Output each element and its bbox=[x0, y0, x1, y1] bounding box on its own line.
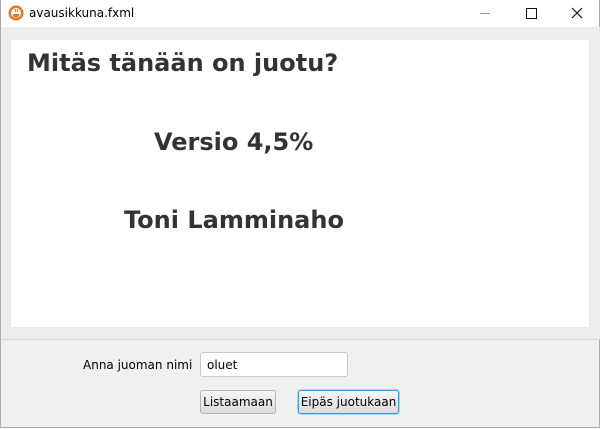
maximize-button[interactable] bbox=[508, 0, 554, 27]
window-title: avausikkuna.fxml bbox=[29, 6, 135, 20]
drink-name-label: Anna juoman nimi bbox=[83, 358, 193, 372]
drink-name-input[interactable] bbox=[200, 352, 348, 377]
minimize-button[interactable] bbox=[462, 0, 508, 27]
list-button[interactable]: Listaamaan bbox=[200, 390, 276, 414]
author-label: Toni Lamminaho bbox=[124, 206, 344, 234]
divider bbox=[2, 339, 600, 340]
app-window: avausikkuna.fxml Mitäs tänään on juotu? … bbox=[0, 0, 600, 428]
close-icon bbox=[571, 4, 583, 23]
java-cup-icon bbox=[8, 5, 24, 21]
content-area: Mitäs tänään on juotu? Versio 4,5% Toni … bbox=[2, 27, 600, 339]
maximize-icon bbox=[525, 8, 537, 19]
cancel-button[interactable]: Eipäs juotukaan bbox=[298, 390, 399, 414]
page-title: Mitäs tänään on juotu? bbox=[27, 49, 339, 77]
version-label: Versio 4,5% bbox=[154, 128, 314, 156]
title-bar[interactable]: avausikkuna.fxml bbox=[1, 0, 599, 27]
splash-panel: Mitäs tänään on juotu? Versio 4,5% Toni … bbox=[11, 40, 589, 327]
minimize-icon bbox=[480, 13, 490, 14]
close-button[interactable] bbox=[554, 0, 600, 27]
